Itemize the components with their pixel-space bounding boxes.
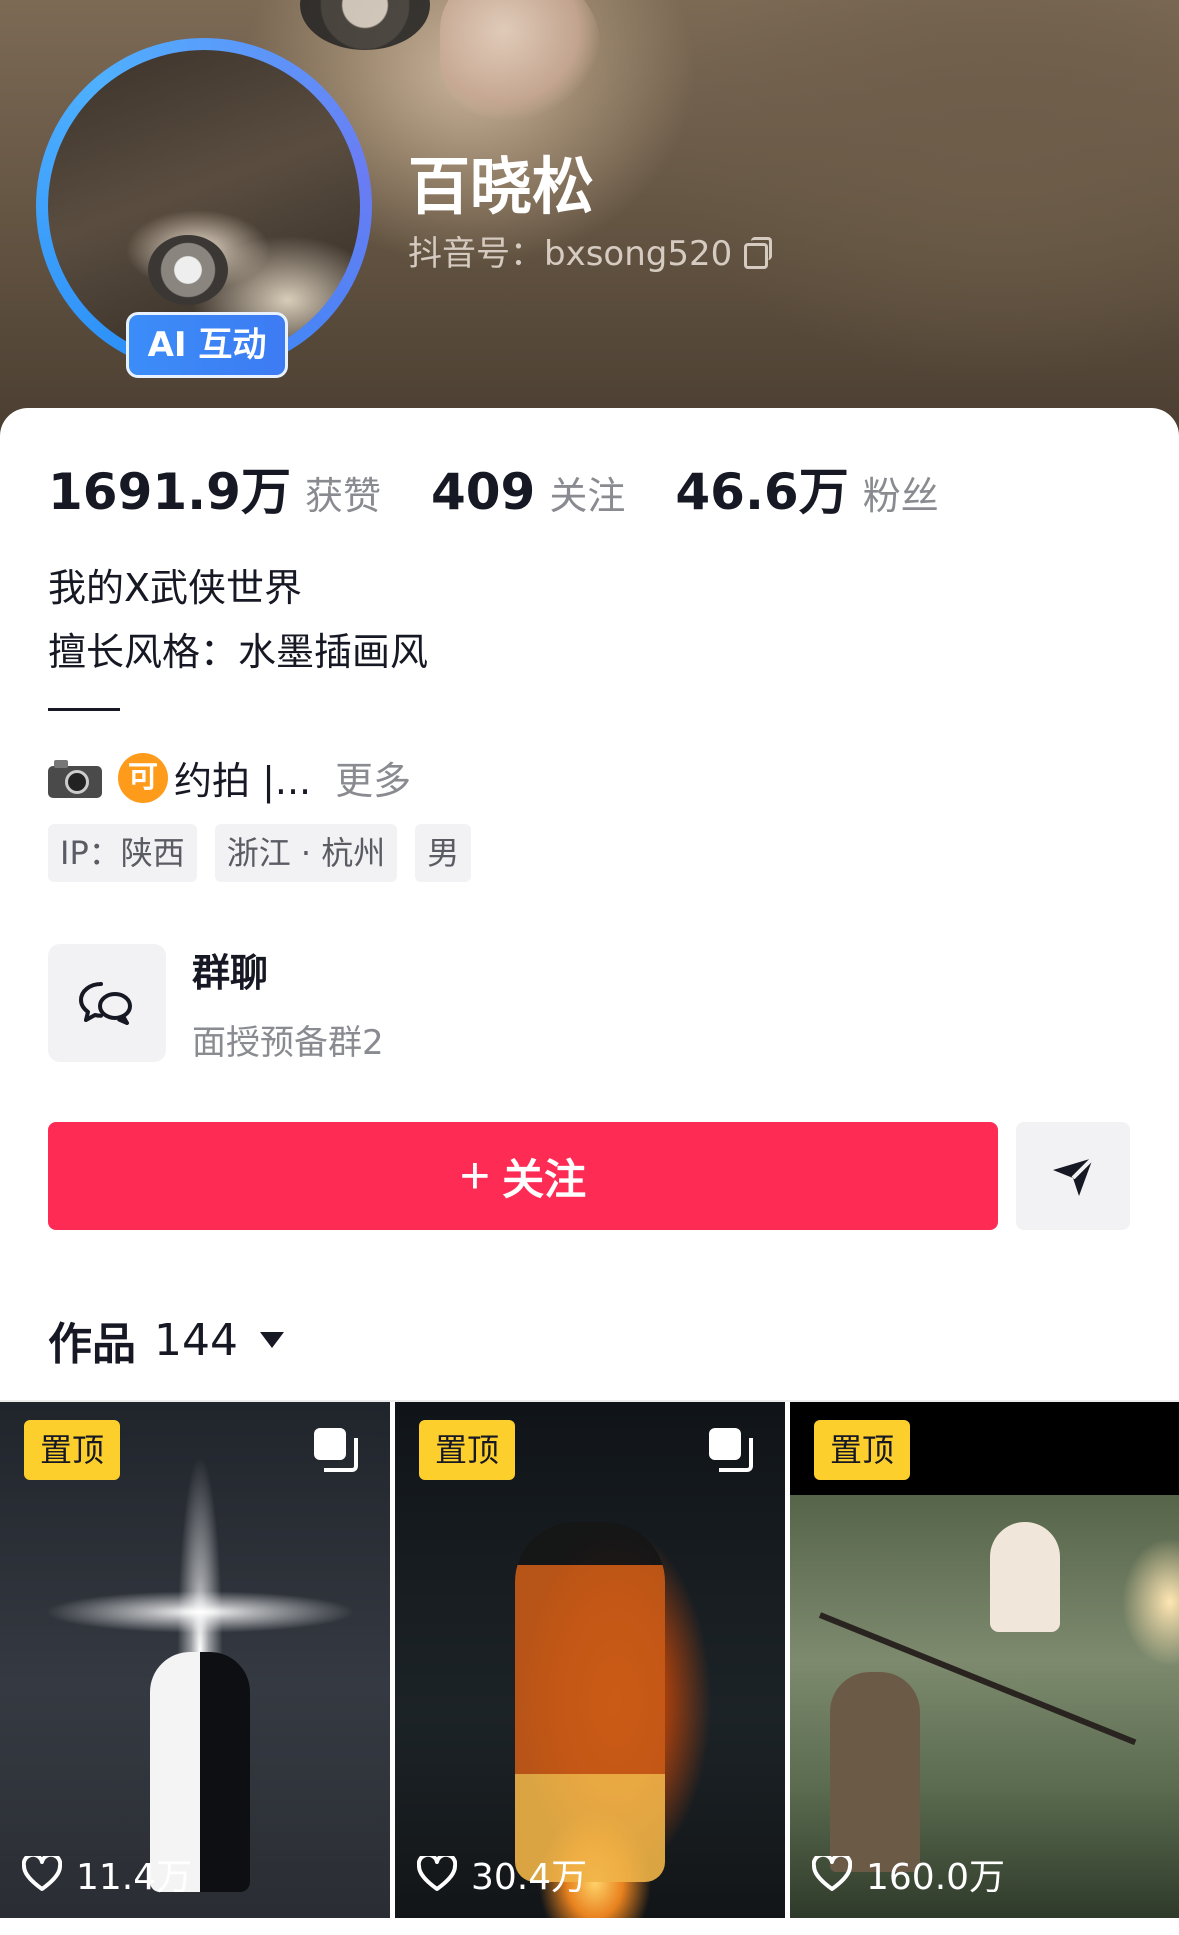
video-likes: 11.4万	[22, 1848, 192, 1900]
stat-following[interactable]: 409 关注	[431, 463, 625, 521]
video-grid: 置顶 11.4万 置顶 30.4万 置顶 160.0万	[0, 1402, 1179, 1922]
tab-works[interactable]: 作品 144	[48, 1308, 284, 1372]
heart-icon	[22, 1856, 62, 1891]
heart-icon	[417, 1856, 457, 1891]
pinned-badge: 置顶	[419, 1420, 515, 1480]
multi-image-icon	[709, 1428, 755, 1472]
pinned-badge: 置顶	[24, 1420, 120, 1480]
background-photo-detail	[300, 0, 430, 50]
bio-extra-text: 约拍 |...	[174, 759, 312, 803]
video-thumbnail[interactable]: 置顶 11.4万	[0, 1402, 390, 1918]
share-button[interactable]	[1016, 1122, 1130, 1230]
plus-icon: +	[459, 1147, 491, 1205]
stat-followers[interactable]: 46.6万 粉丝	[675, 452, 938, 524]
bio-line: 我的X武侠世界	[48, 566, 303, 610]
bio-divider	[48, 708, 120, 711]
stat-value: 46.6万	[675, 463, 849, 521]
likes-count: 160.0万	[866, 1857, 1006, 1898]
dropdown-arrow-icon[interactable]	[259, 1332, 284, 1348]
likes-count: 11.4万	[76, 1857, 193, 1898]
douyin-id-text: 抖音号：bxsong520	[408, 234, 733, 274]
thumbnail-subject	[990, 1522, 1060, 1632]
headphones-detail	[148, 235, 228, 305]
video-thumbnail[interactable]: 置顶 30.4万	[395, 1402, 785, 1918]
follow-button[interactable]: + 关注	[48, 1122, 998, 1230]
thumbnail-subject	[515, 1522, 665, 1882]
works-count: 144	[154, 1314, 238, 1366]
stat-label: 关注	[549, 474, 626, 518]
ai-interaction-badge[interactable]: AI 互动	[126, 312, 288, 378]
bio: 我的X武侠世界 擅长风格：水墨插画风	[48, 556, 428, 684]
thumbnail-subject	[830, 1672, 920, 1872]
stat-likes[interactable]: 1691.9万 获赞	[48, 452, 381, 524]
pinned-badge: 置顶	[814, 1420, 910, 1480]
stat-value: 1691.9万	[48, 463, 291, 521]
send-icon	[1053, 1156, 1095, 1196]
copy-icon[interactable]	[744, 236, 773, 269]
bio-line: 擅长风格：水墨插画风	[48, 630, 429, 674]
more-link[interactable]: 更多	[335, 750, 411, 805]
stats-row: 1691.9万 获赞 409 关注 46.6万 粉丝	[48, 452, 989, 524]
douyin-id[interactable]: 抖音号：bxsong520	[408, 226, 773, 275]
group-chat-icon	[48, 944, 166, 1062]
video-thumbnail[interactable]: 置顶 160.0万	[790, 1402, 1179, 1918]
tag-location: 浙江 · 杭州	[214, 824, 398, 882]
works-label: 作品	[48, 1319, 136, 1370]
multi-image-icon	[314, 1428, 360, 1472]
follow-label: 关注	[502, 1155, 587, 1203]
likes-count: 30.4万	[471, 1857, 588, 1898]
bio-extra-line[interactable]: 可 约拍 |... 更多	[48, 750, 411, 805]
profile-tags: IP：陕西 浙江 · 杭州 男	[48, 824, 472, 882]
group-chat-title: 群聊	[192, 951, 269, 995]
available-badge: 可	[118, 752, 168, 803]
stat-value: 409	[430, 463, 536, 521]
stat-label: 获赞	[304, 474, 381, 518]
background-photo-detail	[440, 0, 600, 120]
stat-label: 粉丝	[862, 474, 939, 518]
group-chat-entry[interactable]: 群聊 面授预备群2	[48, 942, 384, 1064]
video-likes: 30.4万	[417, 1848, 587, 1900]
tag-gender: 男	[415, 824, 472, 882]
video-likes: 160.0万	[812, 1848, 1005, 1900]
group-chat-name: 面授预备群2	[192, 1023, 384, 1063]
profile-name: 百晓松	[408, 150, 595, 223]
heart-icon	[812, 1856, 852, 1891]
tag-ip-location: IP：陕西	[48, 824, 197, 882]
camera-icon	[48, 758, 102, 798]
